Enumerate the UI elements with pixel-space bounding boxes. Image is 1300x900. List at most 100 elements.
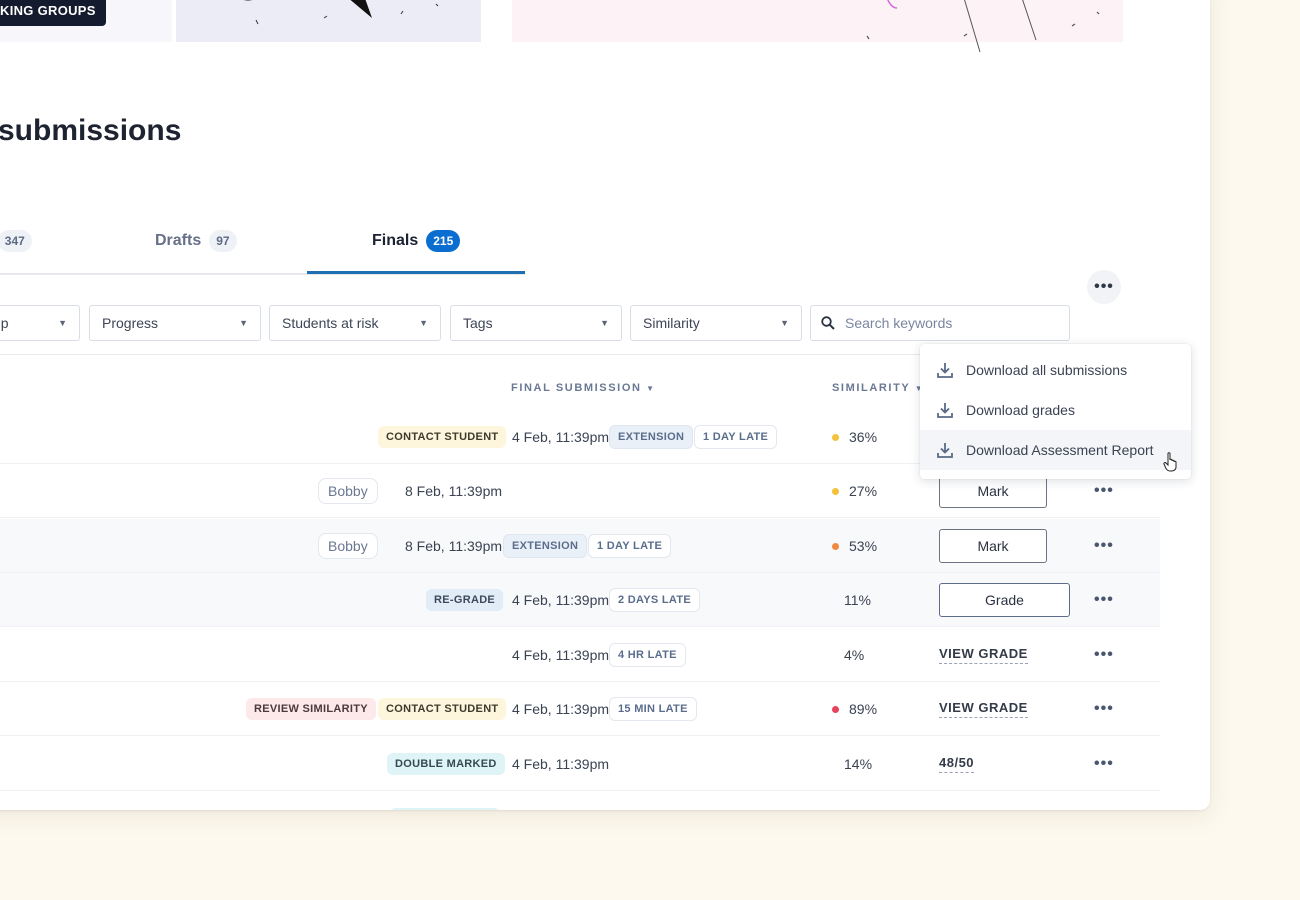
table-row[interactable]: 6CONTACT STUDENTREVIEW SIMILARITY4 Feb, … <box>0 682 1160 736</box>
column-header-label: FINAL SUBMISSION <box>511 382 642 394</box>
similarity-value: 36% <box>832 429 877 445</box>
filter-label: Tags <box>463 315 493 331</box>
table-row[interactable]: 3Bobby8 Feb, 11:39pmEXTENSION1 DAY LATE5… <box>0 519 1160 573</box>
tab-all[interactable]: ss 347 <box>0 230 32 252</box>
marking-groups-button[interactable]: KING GROUPS <box>0 0 106 26</box>
active-tab-indicator <box>307 271 525 274</box>
submission-date: 8 Feb, 11:39pm <box>405 482 503 499</box>
tab-finals[interactable]: Finals 215 <box>372 230 461 252</box>
similarity-value: 14% <box>844 755 873 772</box>
similarity-status-dot <box>832 543 839 551</box>
table-row[interactable]: 4RE-GRADE4 Feb, 11:39pm2 DAYS LATE11%Gra… <box>0 573 1160 627</box>
submissions-panel: KING GROUPS submissions ss 347 Draft <box>0 0 1210 810</box>
view-grade-link[interactable]: VIEW GRADE <box>939 646 1028 664</box>
menu-item-label: Download grades <box>966 402 1075 418</box>
submission-date: 4 Feb, 11:39pm <box>512 591 610 608</box>
filter-label: up <box>0 315 9 331</box>
submission-date: 4 Feb, 11:39pm <box>512 428 610 445</box>
group-filter[interactable]: up ▼ <box>0 305 80 341</box>
sketch-illustration-right <box>866 0 1100 53</box>
marker-chip[interactable]: Bobby <box>318 477 378 504</box>
menu-item-download-assessment-report[interactable]: Download Assessment Report <box>920 430 1191 470</box>
download-icon <box>937 443 953 458</box>
row-more-options-icon[interactable]: ••• <box>1094 482 1114 500</box>
status-tag: 4 HR LATE <box>609 642 686 667</box>
flag-tag: RE-GRADE <box>426 588 504 611</box>
tab-count: 347 <box>0 230 32 252</box>
view-grade-link[interactable]: VIEW GRADE <box>939 700 1028 718</box>
table-row[interactable]: 54 Feb, 11:39pm4 HR LATE4%VIEW GRADE••• <box>0 628 1160 682</box>
search-box[interactable] <box>810 305 1070 341</box>
more-horizontal-icon: ••• <box>1094 278 1114 295</box>
filter-label: Similarity <box>643 315 700 331</box>
download-icon <box>937 403 953 418</box>
caret-down-icon: ▼ <box>600 318 609 328</box>
similarity-value: 4% <box>844 646 865 663</box>
tags-filter[interactable]: Tags ▼ <box>450 305 622 341</box>
similarity-value: 53% <box>832 538 877 554</box>
status-tag: 2 DAYS LATE <box>609 587 700 612</box>
submission-date: 8 Feb, 11:39pm <box>405 537 503 554</box>
marker-chip[interactable]: Bobby <box>318 532 378 559</box>
flag-tag: DOUBLE MARKED <box>387 752 505 775</box>
column-header-final-submission[interactable]: FINAL SUBMISSION ▼ <box>511 382 656 394</box>
divider <box>0 354 920 355</box>
similarity-status-dot <box>832 434 839 442</box>
page-title: submissions <box>0 114 182 147</box>
download-icon <box>937 363 953 378</box>
sketch-illustration <box>243 0 439 25</box>
column-header-similarity[interactable]: SIMILARITY ▼ <box>832 382 924 394</box>
filter-label: Students at risk <box>282 315 379 331</box>
tab-drafts[interactable]: Drafts 97 <box>155 230 237 252</box>
grade-button[interactable]: Grade <box>939 582 1070 617</box>
status-tag: 15 MIN LATE <box>609 696 697 721</box>
flag-tag: CONTACT STUDENT <box>378 697 507 720</box>
tab-count: 97 <box>209 230 237 252</box>
mark-button[interactable]: Mark <box>939 528 1047 563</box>
caret-down-icon: ▼ <box>58 318 67 328</box>
similarity-status-dot <box>832 488 839 496</box>
status-tag: 1 DAY LATE <box>588 533 672 558</box>
flag-tag: REVIEW SIMILARITY <box>246 697 376 720</box>
row-more-options-icon[interactable]: ••• <box>1094 755 1114 773</box>
row-more-options-icon[interactable]: ••• <box>1094 591 1114 609</box>
search-input[interactable] <box>845 315 1045 331</box>
row-more-options-icon[interactable]: ••• <box>1094 700 1114 718</box>
menu-item-label: Download Assessment Report <box>966 442 1154 458</box>
students-at-risk-filter[interactable]: Students at risk ▼ <box>269 305 441 341</box>
submission-date: 4 Feb, 11:39pm <box>512 700 610 717</box>
row-more-options-icon[interactable]: ••• <box>1094 537 1114 555</box>
row-more-options-icon[interactable]: ••• <box>1094 646 1114 664</box>
column-header-label: SIMILARITY <box>832 382 911 394</box>
tab-label: Drafts <box>155 232 202 249</box>
caret-down-icon: ▼ <box>239 318 248 328</box>
more-options-button[interactable]: ••• <box>1087 270 1121 304</box>
submission-date: 4 Feb, 11:39pm <box>512 646 610 663</box>
download-menu: Download all submissions Download grades… <box>920 344 1191 479</box>
hand-pointer-cursor-icon <box>1163 452 1177 472</box>
similarity-value: 27% <box>832 483 877 499</box>
menu-item-download-all-submissions[interactable]: Download all submissions <box>920 350 1191 390</box>
similarity-value: 89% <box>832 701 877 717</box>
partial-tag <box>390 808 500 810</box>
sort-caret-icon: ▼ <box>646 384 656 393</box>
menu-item-label: Download all submissions <box>966 362 1128 378</box>
submission-date: 4 Feb, 11:39pm <box>512 755 610 772</box>
status-tag: EXTENSION <box>609 424 694 449</box>
status-tag: EXTENSION <box>503 533 588 558</box>
table-row[interactable]: 7DOUBLE MARKED4 Feb, 11:39pm14%48/50••• <box>0 737 1160 791</box>
caret-down-icon: ▼ <box>780 318 789 328</box>
similarity-filter[interactable]: Similarity ▼ <box>630 305 802 341</box>
filter-label: Progress <box>102 315 159 331</box>
illustration-left <box>176 0 481 42</box>
similarity-status-dot <box>832 706 839 714</box>
flag-tag: CONTACT STUDENT <box>378 425 507 448</box>
similarity-value: 11% <box>844 591 871 608</box>
view-grade-link[interactable]: 48/50 <box>939 755 975 773</box>
progress-filter[interactable]: Progress ▼ <box>89 305 261 341</box>
menu-item-download-grades[interactable]: Download grades <box>920 390 1191 430</box>
search-icon <box>821 316 835 330</box>
caret-down-icon: ▼ <box>419 318 428 328</box>
tab-label: Finals <box>372 232 419 249</box>
submission-tabs: ss 347 Drafts 97 Finals 215 <box>0 220 525 275</box>
